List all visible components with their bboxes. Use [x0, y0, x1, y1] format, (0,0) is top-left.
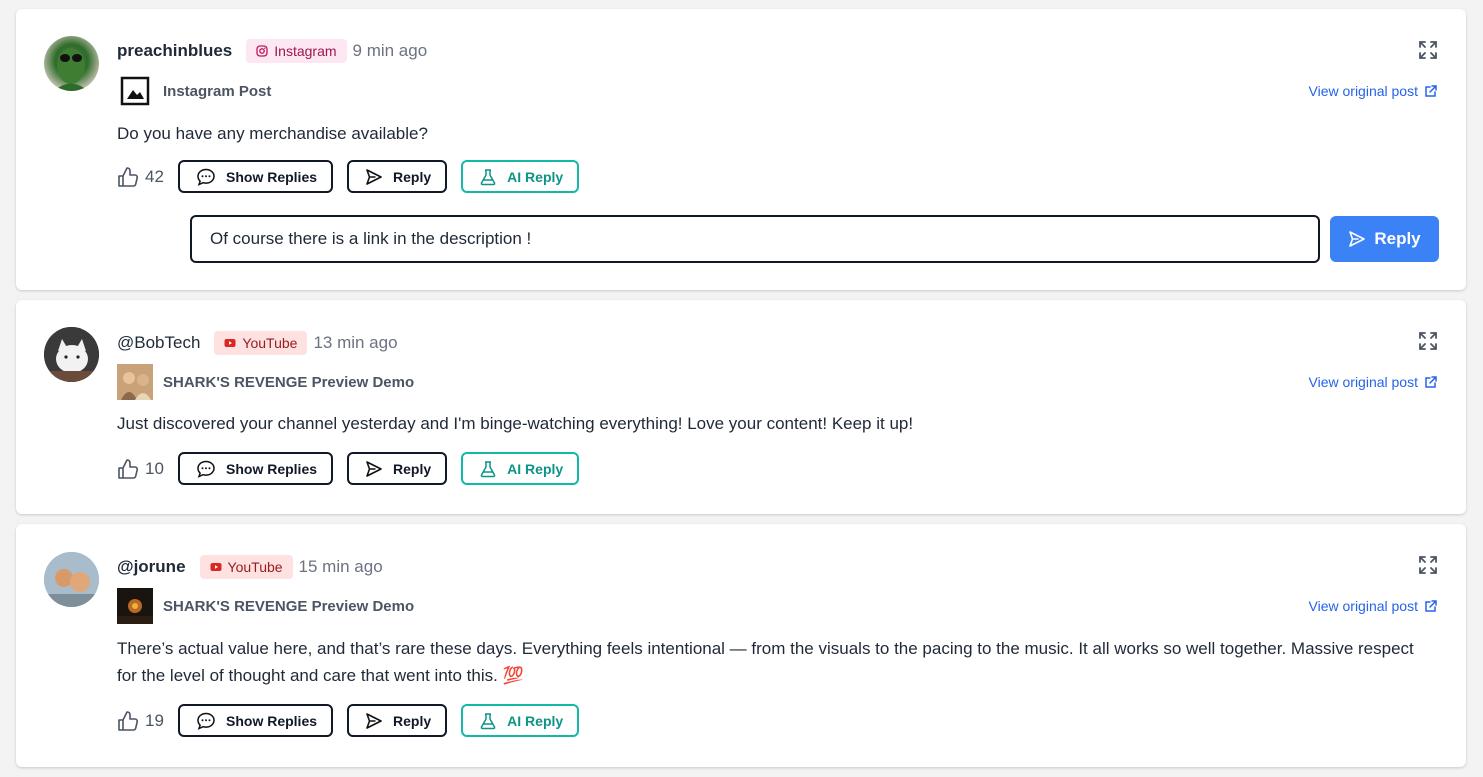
- post-title: Instagram Post: [163, 82, 272, 100]
- reply-submit-label: Reply: [1374, 229, 1421, 248]
- reply-button[interactable]: Reply: [347, 704, 448, 737]
- reply-input[interactable]: Of course there is a link in the descrip…: [190, 215, 1320, 263]
- platform-name: YouTube: [242, 335, 298, 351]
- youtube-icon: [224, 339, 236, 347]
- reply-button[interactable]: Reply: [347, 452, 448, 485]
- like-count[interactable]: 19: [117, 710, 178, 732]
- post-title: SHARK'S REVENGE Preview Demo: [163, 597, 415, 615]
- reply-label: Reply: [393, 460, 432, 477]
- like-count[interactable]: 10: [117, 458, 178, 480]
- ai-reply-button[interactable]: AI Reply: [461, 704, 580, 737]
- show-replies-label: Show Replies: [226, 460, 318, 477]
- avatar-image: [44, 327, 99, 382]
- timestamp: 9 min ago: [352, 41, 428, 60]
- post-thumbnail: [117, 364, 153, 400]
- reply-submit-button[interactable]: Reply: [1330, 216, 1439, 262]
- post-reference: Instagram Post: [117, 73, 271, 109]
- view-original-post-label: View original post: [1308, 83, 1418, 99]
- ai-reply-label: AI Reply: [507, 460, 564, 477]
- send-icon: [366, 168, 382, 185]
- platform-badge: YouTube: [199, 555, 293, 579]
- view-original-post-link[interactable]: View original post: [1309, 83, 1438, 99]
- platform-badge: Instagram: [246, 39, 347, 63]
- external-link-icon: [1425, 600, 1437, 612]
- ai-reply-label: AI Reply: [507, 712, 564, 729]
- chat-bubble-icon: [197, 712, 215, 730]
- expand-icon[interactable]: [1418, 331, 1438, 351]
- ai-reply-button[interactable]: AI Reply: [461, 160, 580, 193]
- avatar: [44, 552, 99, 607]
- flask-icon: [480, 168, 496, 185]
- comment-header: preachinblues Instagram 9 min ago: [117, 39, 427, 63]
- comment-card: preachinblues Instagram 9 min ago Instag…: [16, 9, 1466, 290]
- comment-text: Do you have any merchandise available?: [117, 124, 428, 143]
- send-icon: [1349, 231, 1366, 247]
- reply-label: Reply: [393, 168, 432, 185]
- avatar: [44, 36, 99, 91]
- view-original-post-link[interactable]: View original post: [1309, 598, 1438, 614]
- view-original-post-label: View original post: [1308, 598, 1418, 614]
- comment-actions: 10 Show Replies Reply AI Reply: [117, 452, 593, 485]
- username[interactable]: @BobTech: [117, 333, 200, 353]
- avatar: [44, 327, 99, 382]
- like-count-value: 10: [145, 458, 164, 478]
- thumbs-up-icon: [118, 166, 139, 187]
- comment-text: Just discovered your channel yesterday a…: [117, 414, 914, 433]
- thumbs-up-icon: [118, 710, 139, 731]
- external-link-icon: [1425, 85, 1437, 97]
- comment-card: @jorune YouTube 15 min ago SHARK'S REVEN…: [16, 524, 1466, 767]
- username[interactable]: @jorune: [117, 557, 186, 577]
- expand-icon[interactable]: [1418, 555, 1438, 575]
- flask-icon: [480, 460, 496, 477]
- comment-header: @BobTech YouTube 13 min ago: [117, 331, 398, 355]
- ai-reply-button[interactable]: AI Reply: [461, 452, 580, 485]
- like-count-value: 42: [145, 166, 164, 186]
- avatar-image: [44, 552, 99, 607]
- timestamp: 15 min ago: [298, 557, 383, 576]
- comment-card: @BobTech YouTube 13 min ago SHARK'S REVE…: [16, 300, 1466, 514]
- video-thumbnail-image: [117, 588, 153, 624]
- like-count[interactable]: 42: [117, 166, 178, 188]
- reply-label: Reply: [393, 712, 432, 729]
- image-icon: [120, 76, 150, 106]
- chat-bubble-icon: [197, 460, 215, 478]
- post-title: SHARK'S REVENGE Preview Demo: [163, 373, 415, 391]
- show-replies-button[interactable]: Show Replies: [178, 704, 334, 737]
- platform-badge: YouTube: [214, 331, 308, 355]
- avatar-image: [54, 48, 88, 91]
- post-thumbnail: [117, 588, 153, 624]
- send-icon: [366, 460, 382, 477]
- show-replies-button[interactable]: Show Replies: [178, 452, 334, 485]
- thumbs-up-icon: [118, 458, 139, 479]
- expand-icon[interactable]: [1418, 40, 1438, 60]
- comment-header: @jorune YouTube 15 min ago: [117, 555, 383, 579]
- external-link-icon: [1425, 376, 1437, 388]
- chat-bubble-icon: [197, 168, 215, 186]
- username[interactable]: preachinblues: [117, 41, 232, 61]
- view-original-post-label: View original post: [1308, 374, 1418, 390]
- timestamp: 13 min ago: [313, 333, 398, 352]
- comment-actions: 42 Show Replies Reply AI Reply: [117, 160, 593, 193]
- platform-name: Instagram: [274, 43, 337, 59]
- comment-text: There’s actual value here, and that’s ra…: [117, 639, 1414, 685]
- reply-button[interactable]: Reply: [347, 160, 448, 193]
- flask-icon: [480, 712, 496, 729]
- ai-reply-label: AI Reply: [507, 168, 564, 185]
- post-reference: SHARK'S REVENGE Preview Demo: [117, 364, 414, 400]
- post-reference: SHARK'S REVENGE Preview Demo: [117, 588, 414, 624]
- video-thumbnail-image: [117, 364, 153, 400]
- show-replies-button[interactable]: Show Replies: [178, 160, 334, 193]
- like-count-value: 19: [145, 710, 164, 730]
- send-icon: [366, 712, 382, 729]
- show-replies-label: Show Replies: [226, 168, 318, 185]
- instagram-icon: [256, 45, 268, 57]
- post-thumbnail: [117, 73, 153, 109]
- platform-name: YouTube: [227, 559, 283, 575]
- youtube-icon: [210, 563, 222, 571]
- comment-actions: 19 Show Replies Reply AI Reply: [117, 704, 593, 737]
- view-original-post-link[interactable]: View original post: [1309, 374, 1438, 390]
- show-replies-label: Show Replies: [226, 712, 318, 729]
